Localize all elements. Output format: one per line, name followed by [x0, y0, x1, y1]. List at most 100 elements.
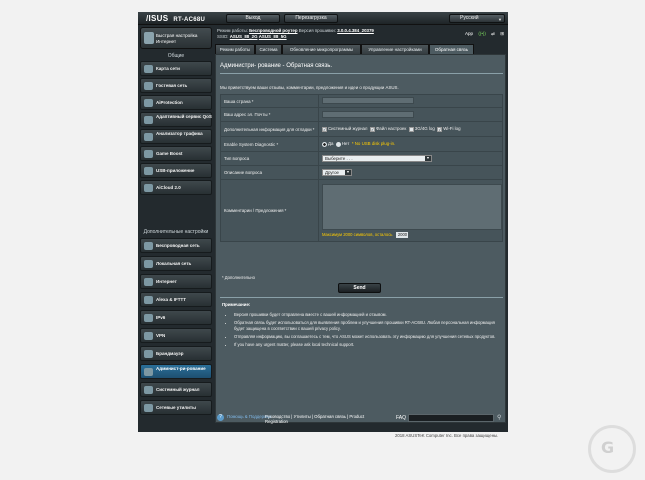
- faq-label: FAQ: [396, 415, 407, 421]
- search-icon[interactable]: ⚲: [497, 414, 501, 421]
- tab-settings-management[interactable]: Управление настройками: [361, 44, 429, 54]
- description-select[interactable]: Другое ▼: [322, 169, 352, 176]
- sidebar-item-ipv6[interactable]: IPv6: [140, 310, 212, 325]
- mode-prefix: Режим работы:: [217, 28, 248, 33]
- watermark-logo: G: [588, 425, 636, 473]
- game-boost-icon: [144, 150, 153, 158]
- diag-yes-label: Да: [328, 141, 334, 147]
- description-label: Описание вопроса: [220, 165, 319, 180]
- status-icons: App ((•)) ⇌ ⊞: [461, 31, 504, 37]
- status-line-1: Режим работы: Беспроводной роутер Версия…: [217, 28, 374, 33]
- sidebar-item-label: Локальная сеть: [156, 261, 192, 266]
- app-icon[interactable]: App: [465, 31, 473, 36]
- sidebar-item-wireless[interactable]: Беспроводная сеть: [140, 238, 212, 253]
- sidebar-item-alexa[interactable]: Alexa & IFTTT: [140, 292, 212, 307]
- tab-system[interactable]: Система: [255, 44, 282, 54]
- sidebar-item-traffic-analyzer[interactable]: Анализатор трафика: [140, 129, 212, 144]
- sidebar-item-game-boost[interactable]: Game Boost: [140, 146, 212, 161]
- quick-setup-icon: [144, 32, 154, 44]
- config-file-checkbox[interactable]: ✓: [369, 126, 375, 132]
- mobile-log-option: 3G/4G log: [414, 126, 435, 132]
- sidebar-item-label: IPv6: [156, 315, 166, 320]
- syslog-icon: [144, 386, 153, 394]
- reboot-button[interactable]: Перезагрузка: [284, 14, 338, 23]
- form-row-country: Ваша страна *: [220, 94, 503, 108]
- ssid-5g: ASUS_88_5G: [258, 34, 287, 39]
- sidebar-item-syslog[interactable]: Системный журнал: [140, 382, 212, 397]
- sidebar-item-label: Беспроводная сеть: [156, 243, 200, 248]
- help-icon[interactable]: ?: [217, 414, 224, 421]
- logout-button[interactable]: Выход: [226, 14, 280, 23]
- note-item: Отправляя информацию, вы соглашаетесь с …: [234, 334, 496, 340]
- top-bar: /ISUS RT-AC68U Выход Перезагрузка Русский…: [138, 12, 508, 25]
- mobile-log-checkbox[interactable]: [408, 126, 414, 132]
- wireless-icon: [144, 242, 153, 250]
- email-field[interactable]: [322, 110, 414, 118]
- wifi-icon[interactable]: ((•)): [478, 31, 486, 36]
- sidebar: Быстрая настройка Интернет Общие Карта с…: [140, 27, 212, 429]
- comments-label: Комментарии / Предложения *: [220, 179, 319, 242]
- sidebar-item-usb-app[interactable]: USB-приложение: [140, 163, 212, 178]
- tools-icon: [144, 404, 153, 412]
- extra-info-label: Дополнительная информация для отладки *: [220, 121, 319, 137]
- sidebar-item-lan[interactable]: Локальная сеть: [140, 256, 212, 271]
- send-button[interactable]: Send: [338, 283, 381, 293]
- sidebar-item-internet[interactable]: Интернет: [140, 274, 212, 289]
- country-label: Ваша страна *: [220, 94, 319, 108]
- description-value: Другое: [325, 170, 339, 175]
- lan-icon: [144, 260, 153, 268]
- syslog-option: Системный журнал: [328, 126, 368, 132]
- country-input[interactable]: [322, 97, 414, 104]
- question-type-value: Выберите . . .: [325, 156, 353, 161]
- wifi-log-checkbox[interactable]: ✓: [437, 126, 443, 132]
- note-item: Версия прошивки будет отправлена вместе …: [234, 312, 496, 318]
- network-icon[interactable]: ⊞: [500, 31, 504, 36]
- admin-icon: [144, 368, 153, 376]
- ipv6-icon: [144, 314, 153, 322]
- diag-no-radio[interactable]: [335, 141, 341, 147]
- vpn-icon: [144, 332, 153, 340]
- sidebar-item-network-tools[interactable]: Сетевые утилиты: [140, 400, 212, 415]
- sidebar-item-vpn[interactable]: VPN: [140, 328, 212, 343]
- footer-links[interactable]: Руководство | Утилиты | Обратная связь |…: [265, 414, 375, 424]
- diag-yes-radio[interactable]: [322, 141, 327, 147]
- sidebar-item-label: Alexa & IFTTT: [156, 297, 187, 302]
- form-row-comments: Комментарии / Предложения * Максимум 200…: [220, 179, 503, 242]
- sidebar-item-network-map[interactable]: Карта сети: [140, 61, 212, 76]
- tab-feedback[interactable]: Обратная связь: [429, 44, 474, 54]
- alexa-icon: [144, 296, 153, 304]
- operation-mode-link[interactable]: Беспроводной роутер: [249, 28, 297, 33]
- cloud-icon: [144, 184, 153, 192]
- asus-logo: /ISUS RT-AC68U: [146, 14, 205, 23]
- diagnostic-label: Enable System Diagnostic *: [220, 136, 319, 152]
- sidebar-item-label: VPN: [156, 333, 166, 338]
- firmware-version-link[interactable]: 3.0.0.4.384_20379: [337, 28, 374, 33]
- footer: ? Помощь & Поддержка Руководство | Утили…: [215, 412, 506, 428]
- sidebar-item-firewall[interactable]: Брандмауэр: [140, 346, 212, 361]
- comments-textarea[interactable]: [322, 183, 502, 230]
- network-map-icon: [144, 65, 153, 73]
- char-limit-text: Максимум 2000 символов, осталось: [322, 231, 393, 237]
- sidebar-item-label: Интернет: [156, 279, 177, 284]
- sidebar-item-administration[interactable]: Админист-ри-рование: [140, 364, 212, 379]
- faq-search-input[interactable]: [408, 414, 494, 422]
- notes-section: Примечание: Версия прошивки будет отправ…: [220, 297, 503, 399]
- note-item: Обратная связь будет использоваться для …: [234, 320, 496, 332]
- tab-operation-mode[interactable]: Режим работы: [215, 44, 255, 54]
- sidebar-item-qos[interactable]: Адаптивный сервис QoS: [140, 112, 212, 127]
- ssid-prefix: SSID:: [217, 34, 229, 39]
- sidebar-item-aiprotection[interactable]: AiProtection: [140, 95, 212, 110]
- config-file-option: Файл настроек: [375, 126, 407, 132]
- sidebar-item-guest-network[interactable]: Гостевая сеть: [140, 78, 212, 93]
- language-select[interactable]: Русский ▼: [449, 14, 505, 23]
- syslog-checkbox[interactable]: ✓: [322, 126, 327, 132]
- tab-firmware-upgrade[interactable]: Обновление микропрограммы: [282, 44, 361, 54]
- sidebar-item-aicloud[interactable]: AiCloud 2.0: [140, 180, 212, 195]
- email-label: Ваш адрес эл. Почты *: [220, 107, 319, 122]
- char-limit: Максимум 2000 символов, осталось 2000: [322, 231, 502, 238]
- question-type-select[interactable]: Выберите . . . ▼: [322, 155, 432, 162]
- quick-setup-button[interactable]: Быстрая настройка Интернет: [140, 27, 212, 49]
- guest-network-icon: [144, 82, 153, 90]
- title-divider: [220, 73, 503, 74]
- usb-icon[interactable]: ⇌: [491, 31, 495, 36]
